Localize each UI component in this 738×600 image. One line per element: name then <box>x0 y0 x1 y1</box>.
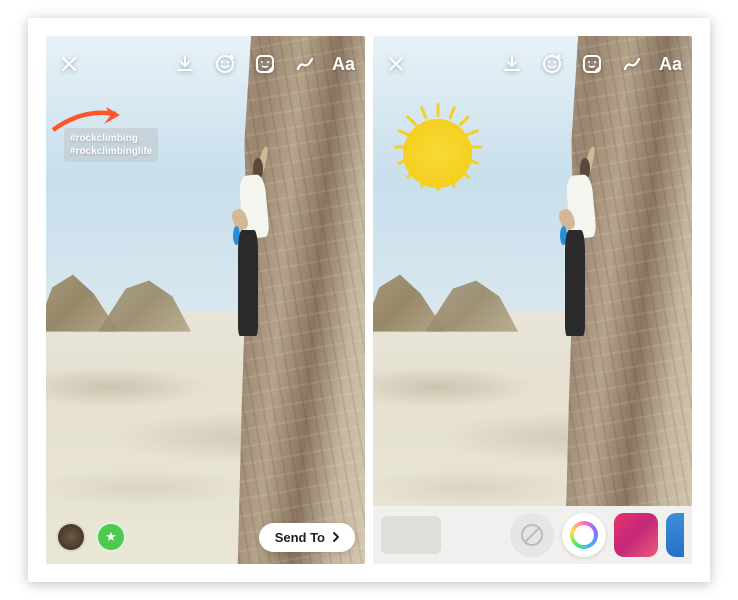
sticker-icon[interactable] <box>252 51 278 77</box>
story-editor-right: Aa // rays generated below after data lo… <box>373 36 692 564</box>
draw-icon[interactable] <box>619 51 645 77</box>
text-tool-button[interactable]: Aa <box>332 54 355 75</box>
face-filter-icon[interactable] <box>212 51 238 77</box>
close-icon[interactable] <box>383 51 409 77</box>
rainbow-pen-button[interactable] <box>562 513 606 557</box>
your-story-avatar[interactable] <box>56 522 86 552</box>
text-tool-button[interactable]: Aa <box>659 54 682 75</box>
send-to-button[interactable]: Send To <box>259 523 355 552</box>
climber-figure <box>545 142 602 353</box>
draw-preview-swatch <box>381 516 441 554</box>
chevron-right-icon <box>329 530 343 544</box>
close-icon[interactable] <box>56 51 82 77</box>
top-toolbar: Aa <box>56 46 355 82</box>
sun-sticker[interactable]: // rays generated below after data load <box>385 101 490 206</box>
sticker-icon[interactable] <box>579 51 605 77</box>
draw-icon[interactable] <box>292 51 318 77</box>
draw-tool-bar <box>373 506 692 564</box>
face-filter-icon[interactable] <box>539 51 565 77</box>
no-color-pen-button[interactable] <box>510 513 554 557</box>
screenshot-pair-frame: Aa #rockclimbing #rockclimbinglife Send … <box>28 18 710 582</box>
top-toolbar: Aa <box>383 46 682 82</box>
download-icon[interactable] <box>499 51 525 77</box>
blue-pen-button[interactable] <box>666 513 684 557</box>
bottom-bar: Send To <box>56 522 355 552</box>
hashtag-line-2: #rockclimbinglife <box>70 145 152 158</box>
download-icon[interactable] <box>172 51 198 77</box>
magenta-pen-button[interactable] <box>614 513 658 557</box>
annotation-arrow <box>48 100 128 140</box>
climber-figure <box>218 142 275 353</box>
send-to-label: Send To <box>275 530 325 545</box>
close-friends-avatar[interactable] <box>96 522 126 552</box>
